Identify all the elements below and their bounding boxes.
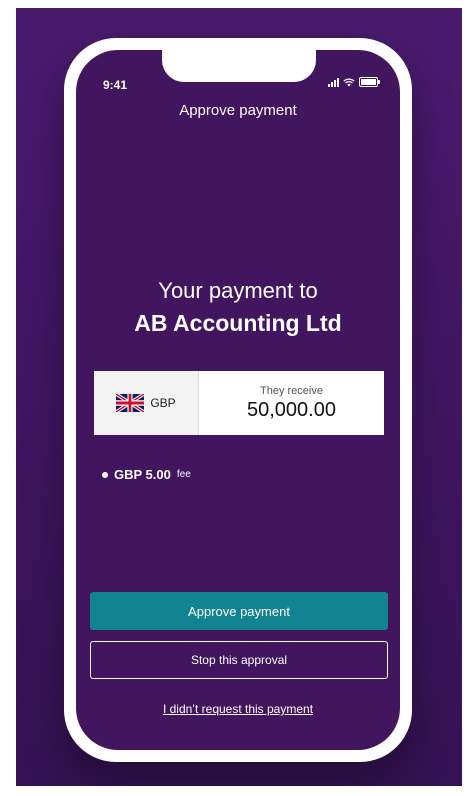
bullet-icon bbox=[102, 471, 108, 478]
uk-flag-icon bbox=[116, 394, 145, 412]
background-canvas: 9:41 Approve payment Your payment to AB … bbox=[16, 8, 462, 786]
payment-heading: Your payment to AB Accounting Ltd bbox=[76, 276, 400, 340]
receive-label: They receive bbox=[260, 384, 323, 397]
payee-name: AB Accounting Ltd bbox=[134, 310, 342, 336]
fee-line: GBP 5.00 fee bbox=[102, 467, 191, 482]
battery-icon bbox=[359, 77, 380, 87]
stop-approval-button[interactable]: Stop this approval bbox=[90, 641, 388, 679]
signal-icon bbox=[328, 78, 339, 87]
page-title: Approve payment bbox=[179, 102, 297, 119]
receive-amount: 50,000.00 bbox=[247, 398, 336, 421]
phone-screen: 9:41 Approve payment Your payment to AB … bbox=[76, 50, 400, 750]
receive-amount-field: They receive 50,000.00 bbox=[199, 371, 384, 435]
fee-amount: GBP 5.00 bbox=[114, 467, 171, 482]
approve-payment-button[interactable]: Approve payment bbox=[90, 592, 388, 630]
amount-card: GBP They receive 50,000.00 bbox=[94, 371, 384, 435]
heading-intro: Your payment to bbox=[158, 278, 318, 303]
fee-suffix: fee bbox=[176, 469, 191, 480]
wifi-icon bbox=[343, 78, 355, 87]
phone-frame: 9:41 Approve payment Your payment to AB … bbox=[64, 38, 412, 762]
didnt-request-link[interactable]: I didn’t request this payment bbox=[76, 702, 400, 716]
status-time: 9:41 bbox=[103, 78, 128, 92]
status-icons bbox=[328, 77, 380, 87]
currency-selector: GBP bbox=[94, 371, 199, 435]
phone-notch bbox=[162, 50, 316, 82]
currency-code: GBP bbox=[150, 396, 176, 410]
